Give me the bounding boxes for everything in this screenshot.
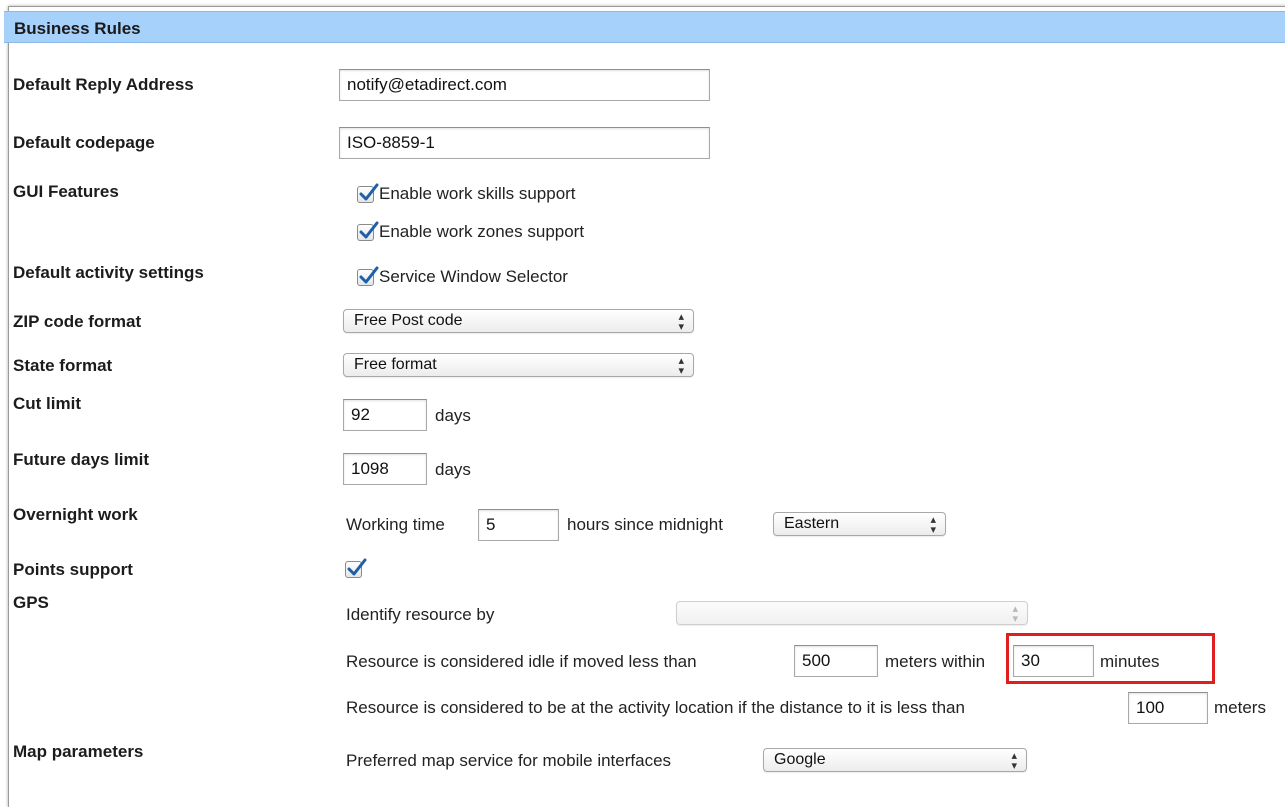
future-days-input[interactable] xyxy=(343,453,427,485)
select-arrows-icon: ▴ ▾ xyxy=(1012,603,1018,625)
gps-label: GPS xyxy=(13,593,49,612)
zip-format-label: ZIP code format xyxy=(13,312,142,331)
hours-since-midnight-label: hours since midnight xyxy=(567,515,723,534)
work-skills-label: Enable work skills support xyxy=(379,184,576,203)
cut-limit-label: Cut limit xyxy=(13,394,81,413)
work-zones-label: Enable work zones support xyxy=(379,222,585,241)
future-days-label: Future days limit xyxy=(13,450,150,469)
select-arrows-icon: ▴ ▾ xyxy=(678,355,684,377)
map-parameters-label: Map parameters xyxy=(13,742,144,761)
cut-limit-input[interactable] xyxy=(343,399,427,431)
map-service-value: Google xyxy=(774,751,826,768)
select-arrows-icon: ▴ ▾ xyxy=(930,514,936,536)
idle-middle-text: meters within xyxy=(885,652,986,671)
service-window-label: Service Window Selector xyxy=(379,267,568,286)
location-suffix-text: meters xyxy=(1214,698,1266,717)
select-arrows-icon: ▴ ▾ xyxy=(1011,750,1017,772)
checkmark-icon xyxy=(359,266,379,284)
service-window-checkbox[interactable] xyxy=(357,266,379,286)
points-support-checkbox[interactable] xyxy=(345,558,367,578)
future-days-unit: days xyxy=(435,460,471,479)
zip-format-value: Free Post code xyxy=(354,312,463,329)
identify-resource-label: Identify resource by xyxy=(346,605,495,624)
section-header: Business Rules xyxy=(4,11,1285,43)
overnight-label: Overnight work xyxy=(13,505,138,524)
idle-distance-input[interactable] xyxy=(794,645,878,677)
working-time-label: Working time xyxy=(346,515,445,534)
checkmark-icon xyxy=(359,221,379,239)
codepage-label: Default codepage xyxy=(13,133,155,152)
checkmark-icon xyxy=(359,183,379,201)
gui-features-label: GUI Features xyxy=(13,182,119,201)
timezone-select[interactable]: Eastern ▴ ▾ xyxy=(773,512,946,536)
map-service-label: Preferred map service for mobile interfa… xyxy=(346,751,672,770)
checkmark-icon xyxy=(347,558,367,576)
section-title: Business Rules xyxy=(14,19,141,38)
timezone-value: Eastern xyxy=(784,515,840,532)
idle-minutes-highlight-box xyxy=(1006,633,1215,684)
reply-address-input[interactable] xyxy=(339,69,710,101)
working-time-input[interactable] xyxy=(478,509,559,541)
reply-address-label: Default Reply Address xyxy=(13,75,194,94)
activity-settings-label: Default activity settings xyxy=(13,263,204,282)
cut-limit-unit: days xyxy=(435,406,471,425)
map-service-select[interactable]: Google ▴ ▾ xyxy=(763,748,1027,772)
points-support-label: Points support xyxy=(13,560,133,579)
state-format-select[interactable]: Free format ▴ ▾ xyxy=(343,353,694,377)
work-skills-checkbox[interactable] xyxy=(357,183,379,203)
work-zones-checkbox[interactable] xyxy=(357,221,379,241)
location-prefix-text: Resource is considered to be at the acti… xyxy=(346,698,965,717)
identify-resource-select[interactable]: ▴ ▾ xyxy=(676,601,1028,625)
select-arrows-icon: ▴ ▾ xyxy=(678,311,684,333)
zip-format-select[interactable]: Free Post code ▴ ▾ xyxy=(343,309,694,333)
idle-prefix-text: Resource is considered idle if moved les… xyxy=(346,652,697,671)
codepage-input[interactable] xyxy=(339,127,710,159)
state-format-label: State format xyxy=(13,356,113,375)
state-format-value: Free format xyxy=(354,356,437,373)
location-distance-input[interactable] xyxy=(1128,692,1208,724)
